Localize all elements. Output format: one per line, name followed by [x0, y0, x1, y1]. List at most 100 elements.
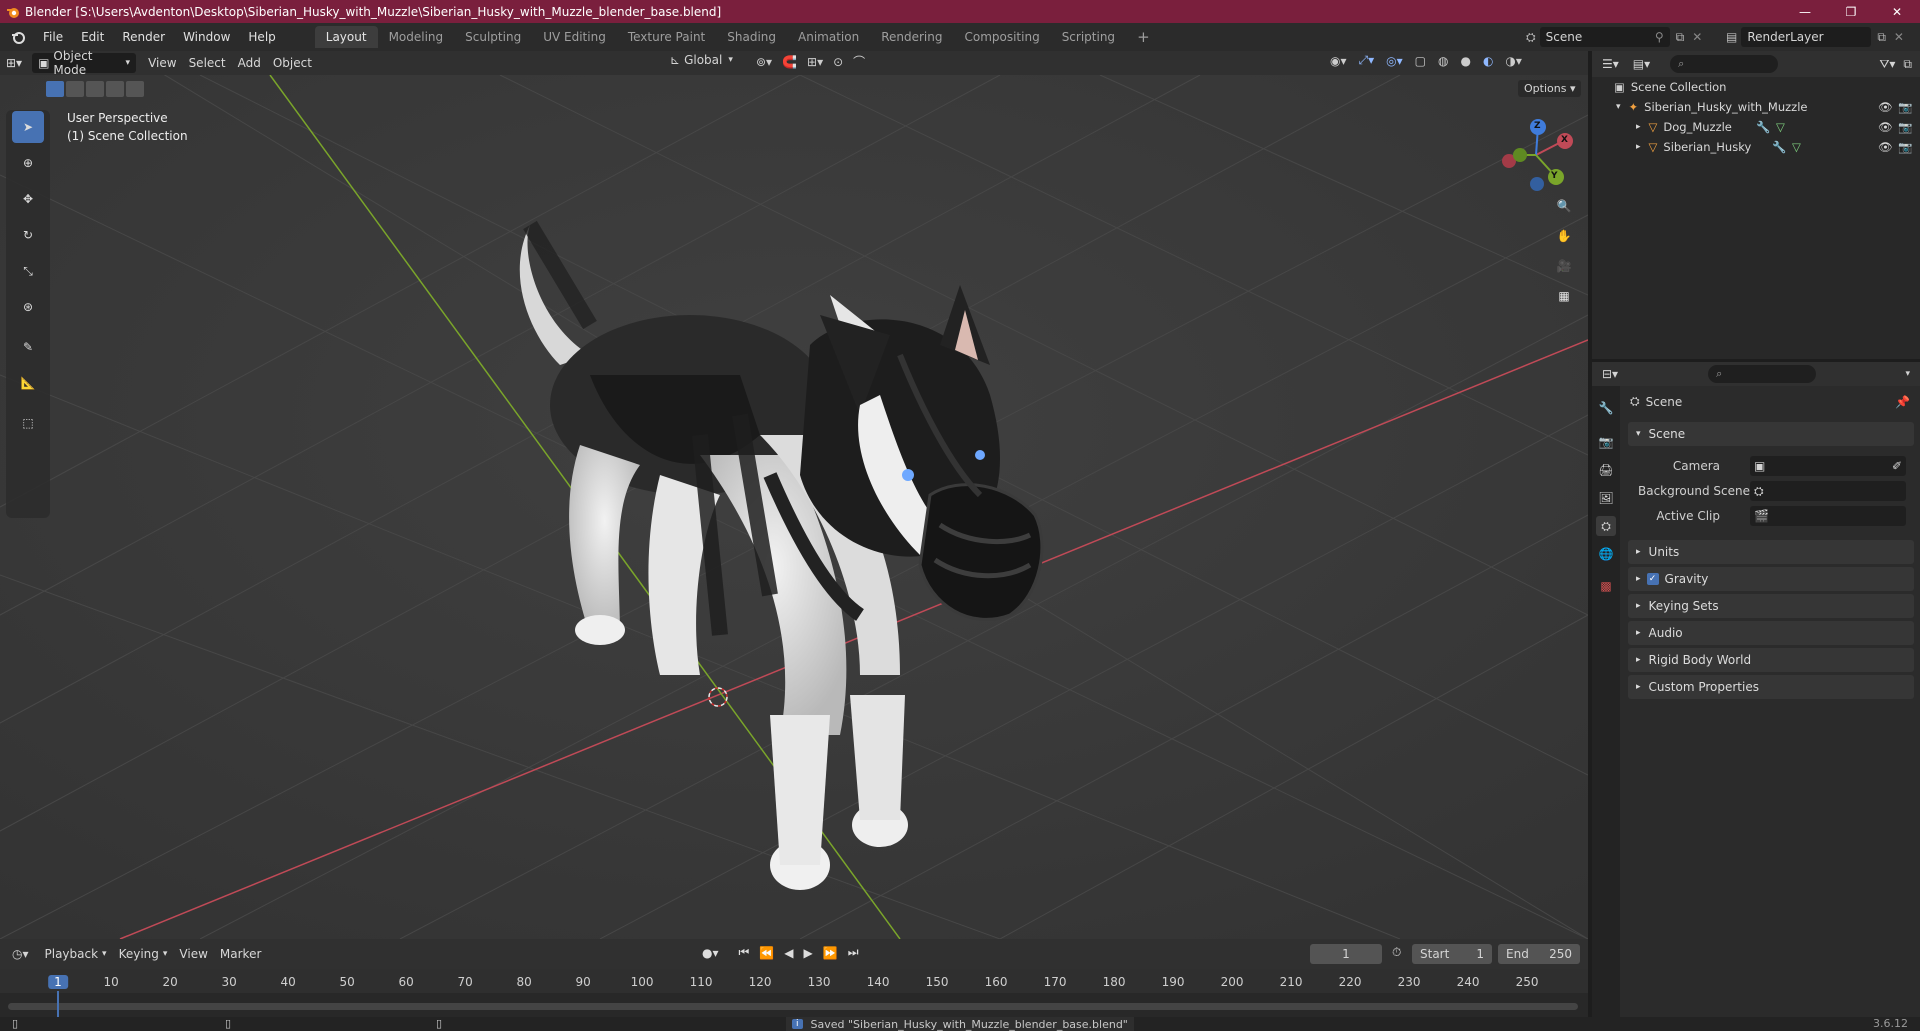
new-scene-icon[interactable]: ⧉ — [1676, 30, 1685, 45]
select-new-icon[interactable] — [46, 81, 64, 97]
render-tab[interactable]: 📷 — [1596, 432, 1616, 452]
move-tool[interactable]: ✥ — [12, 183, 44, 215]
start-frame-field[interactable]: Start 1 — [1412, 944, 1492, 964]
transform-tool[interactable]: ⊛ — [12, 291, 44, 323]
gizmo-toggle-icon[interactable]: ⤢▾ — [1359, 53, 1375, 68]
outliner-row-item[interactable]: ▾ ✦ Siberian_Husky_with_Muzzle 👁 📷 — [1592, 97, 1920, 117]
tab-shading[interactable]: Shading — [716, 26, 787, 48]
current-frame-field[interactable]: 1 — [1310, 944, 1382, 964]
jump-end-icon[interactable]: ⏭ — [848, 945, 859, 960]
jump-start-icon[interactable]: ⏮ — [739, 945, 750, 960]
expand-chevron-icon[interactable]: ▾ — [1616, 102, 1621, 112]
rendered-shading-icon[interactable]: ◑▾ — [1505, 54, 1522, 68]
select-intersect-icon[interactable] — [126, 81, 144, 97]
camera-view-button[interactable]: 🎥 — [1550, 252, 1578, 280]
select-subtract-icon[interactable] — [86, 81, 104, 97]
snap-icon[interactable]: 🧲 — [782, 55, 797, 69]
scale-tool[interactable]: ⤡ — [12, 255, 44, 287]
eye-icon[interactable]: 👁 — [1878, 140, 1893, 154]
cursor-tool[interactable]: ⊕ — [12, 147, 44, 179]
tab-rendering[interactable]: Rendering — [870, 26, 953, 48]
menu-help[interactable]: Help — [239, 23, 284, 51]
render-camera-icon[interactable]: 📷 — [1898, 140, 1912, 154]
transform-orientation[interactable]: ⊾ Global ▾ — [670, 53, 733, 67]
menu-timeline-view[interactable]: View — [173, 944, 213, 964]
mesh-data-icon[interactable]: ▽ — [1792, 140, 1801, 154]
add-workspace-button[interactable]: + — [1126, 26, 1161, 48]
active-clip-field[interactable]: 🎬 — [1750, 506, 1906, 526]
timeline-editor-icon[interactable]: ◷▾ — [12, 947, 29, 961]
custom-properties-panel-header[interactable]: ▸ Custom Properties — [1628, 675, 1914, 699]
modifier-wrench-icon[interactable]: 🔧 — [1756, 120, 1770, 134]
menu-keying[interactable]: Keying ▾ — [113, 944, 174, 964]
viewlayer-selector[interactable]: ▤ RenderLayer ⧉ ✕ — [1726, 26, 1904, 48]
pin-icon[interactable]: 📌 — [1895, 395, 1910, 409]
delete-scene-icon[interactable]: ✕ — [1692, 30, 1702, 44]
rotate-tool[interactable]: ↻ — [12, 219, 44, 251]
expand-chevron-icon[interactable]: ▸ — [1636, 142, 1641, 152]
solid-shading-icon[interactable]: ● — [1460, 54, 1470, 68]
background-scene-field[interactable]: ⛭ — [1750, 481, 1906, 501]
maximize-button[interactable]: ❐ — [1828, 0, 1874, 23]
pivot-icon[interactable]: ⊚▾ — [756, 55, 772, 69]
camera-field[interactable]: ▣ ✐ — [1750, 456, 1906, 476]
falloff-icon[interactable]: ⌒ — [853, 53, 865, 70]
audio-panel-header[interactable]: ▸ Audio — [1628, 621, 1914, 645]
scene-selector[interactable]: ⛭ Scene ⚲ ⧉ ✕ — [1526, 26, 1702, 48]
record-icon[interactable]: ●▾ — [702, 946, 719, 960]
outliner-row-item[interactable]: ▸ ▽ Dog_Muzzle 🔧 ▽ 👁 📷 — [1592, 117, 1920, 137]
scene-panel-header[interactable]: ▾ Scene — [1628, 422, 1914, 446]
annotate-tool[interactable]: ✎ — [12, 331, 44, 363]
output-tab[interactable]: 🖨 — [1596, 460, 1616, 480]
outliner-row-item[interactable]: ▸ ▽ Siberian_Husky 🔧 ▽ 👁 📷 — [1592, 137, 1920, 157]
eyedropper-icon[interactable]: ✐ — [1892, 459, 1902, 473]
tab-scripting[interactable]: Scripting — [1051, 26, 1126, 48]
select-box-tool[interactable]: ➤ — [12, 111, 44, 143]
menu-edit[interactable]: Edit — [72, 23, 113, 51]
ortho-toggle-button[interactable]: ▦ — [1550, 282, 1578, 310]
scene-tab[interactable]: ⛭ — [1596, 516, 1616, 536]
blender-menu-icon[interactable] — [10, 29, 26, 45]
timeline-scrollbar[interactable] — [8, 1003, 1578, 1010]
select-extend-icon[interactable] — [66, 81, 84, 97]
jump-key-back-icon[interactable]: ⏪ — [759, 946, 774, 960]
clock-icon[interactable]: ⏱ — [1392, 945, 1401, 960]
pan-button[interactable]: ✋ — [1550, 222, 1578, 250]
menu-render[interactable]: Render — [113, 23, 174, 51]
texture-tab[interactable]: ▩ — [1596, 576, 1616, 596]
play-reverse-icon[interactable]: ◀ — [784, 946, 793, 960]
menu-object[interactable]: Object — [267, 53, 318, 73]
mesh-data-icon[interactable]: ▽ — [1776, 120, 1785, 134]
gravity-checkbox[interactable]: ✓ — [1646, 573, 1659, 585]
menu-view[interactable]: View — [142, 53, 182, 73]
menu-file[interactable]: File — [34, 23, 72, 51]
expand-chevron-icon[interactable]: ▸ — [1636, 122, 1641, 132]
filter-icon[interactable]: ⛛▾ — [1879, 57, 1895, 72]
outliner-row-root[interactable]: ▣ Scene Collection — [1592, 77, 1920, 97]
menu-playback[interactable]: Playback ▾ — [39, 944, 113, 964]
outliner-editor-icon[interactable]: ☰▾ — [1602, 57, 1619, 71]
overlay-toggle-icon[interactable]: ◎▾ — [1386, 54, 1403, 68]
rigid-body-world-panel-header[interactable]: ▸ Rigid Body World — [1628, 648, 1914, 672]
frame-ruler[interactable]: 1 10 20 30 40 50 60 70 80 90 100 110 120 130 140 150 160… — [0, 969, 1588, 993]
chevron-down-icon[interactable]: ▾ — [1905, 369, 1910, 379]
end-frame-field[interactable]: End 250 — [1498, 944, 1580, 964]
render-camera-icon[interactable]: 📷 — [1898, 120, 1912, 134]
zoom-button[interactable]: 🔍 — [1550, 192, 1578, 220]
material-shading-icon[interactable]: ◐ — [1483, 54, 1493, 68]
render-camera-icon[interactable]: 📷 — [1898, 100, 1912, 114]
mode-dropdown[interactable]: ▣ Object Mode ▾ — [32, 49, 137, 77]
3d-viewport[interactable]: X Y Z Options ▾ User Perspective (1) Sce… — [0, 75, 1588, 939]
outliner-search-input[interactable]: ⌕ — [1670, 55, 1779, 73]
eye-icon[interactable]: 👁 — [1878, 100, 1893, 114]
select-invert-icon[interactable] — [106, 81, 124, 97]
jump-key-forward-icon[interactable]: ⏩ — [823, 946, 838, 960]
delete-viewlayer-icon[interactable]: ✕ — [1894, 30, 1904, 44]
view-layer-tab[interactable]: 🖼 — [1596, 488, 1616, 508]
add-cube-tool[interactable]: ⬚ — [12, 407, 44, 439]
modifier-wrench-icon[interactable]: 🔧 — [1772, 140, 1786, 154]
world-tab[interactable]: 🌐 — [1596, 544, 1616, 564]
tab-texture-paint[interactable]: Texture Paint — [617, 26, 716, 48]
new-collection-icon[interactable]: ⧉ — [1903, 57, 1912, 72]
menu-select[interactable]: Select — [183, 53, 232, 73]
